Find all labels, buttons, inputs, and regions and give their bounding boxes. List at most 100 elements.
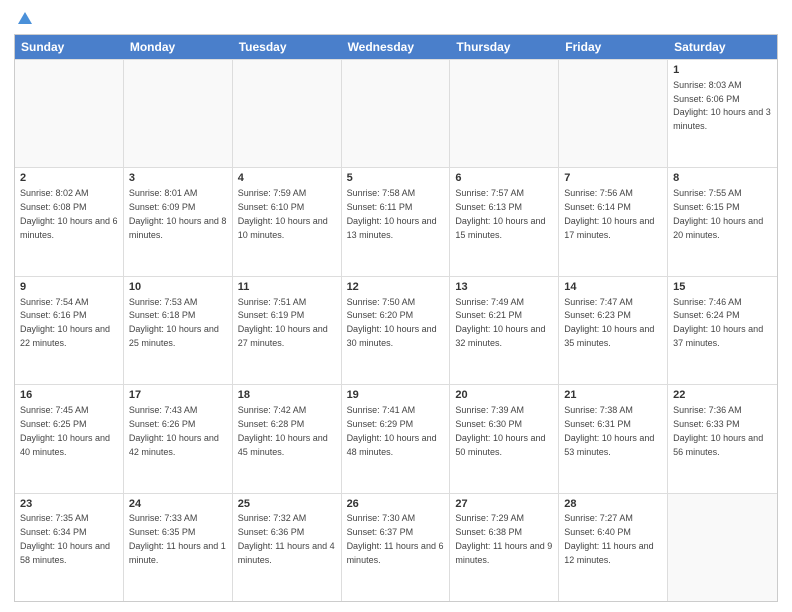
- header-monday: Monday: [124, 35, 233, 59]
- calendar-cell: 19 Sunrise: 7:41 AM Sunset: 6:29 PM Dayli…: [342, 385, 451, 492]
- calendar-cell: 26Sunrise: 7:30 AM Sunset: 6:37 PM Dayli…: [342, 494, 451, 601]
- cell-info: Sunrise: 7:58 AM Sunset: 6:11 PM Dayligh…: [347, 188, 437, 239]
- day-number: 27: [455, 497, 553, 512]
- day-number: 25: [238, 497, 336, 512]
- calendar-body: 1Sunrise: 8:03 AM Sunset: 6:06 PM Daylig…: [15, 59, 777, 601]
- cell-info: Sunrise: 7:56 AM Sunset: 6:14 PM Dayligh…: [564, 188, 654, 239]
- header-wednesday: Wednesday: [342, 35, 451, 59]
- day-number: 2: [20, 171, 118, 186]
- day-number: 21: [564, 388, 662, 403]
- calendar-cell: 3 Sunrise: 8:01 AM Sunset: 6:09 PM Daylig…: [124, 168, 233, 275]
- cell-info: Sunrise: 7:39 AM Sunset: 6:30 PM Dayligh…: [455, 405, 545, 456]
- calendar-cell: [15, 60, 124, 167]
- calendar-cell: 22 Sunrise: 7:36 AM Sunset: 6:33 PM Dayli…: [668, 385, 777, 492]
- cell-info: Sunrise: 7:35 AM Sunset: 6:34 PM Dayligh…: [20, 513, 110, 564]
- calendar-cell: [124, 60, 233, 167]
- calendar-cell: 8 Sunrise: 7:55 AM Sunset: 6:15 PM Daylig…: [668, 168, 777, 275]
- cell-info: Sunrise: 7:49 AM Sunset: 6:21 PM Dayligh…: [455, 297, 545, 348]
- day-number: 24: [129, 497, 227, 512]
- cell-info: Sunrise: 7:42 AM Sunset: 6:28 PM Dayligh…: [238, 405, 328, 456]
- header-friday: Friday: [559, 35, 668, 59]
- calendar-cell: 13 Sunrise: 7:49 AM Sunset: 6:21 PM Dayli…: [450, 277, 559, 384]
- cell-info: Sunrise: 7:50 AM Sunset: 6:20 PM Dayligh…: [347, 297, 437, 348]
- day-number: 22: [673, 388, 772, 403]
- day-number: 26: [347, 497, 445, 512]
- cell-info: Sunrise: 7:57 AM Sunset: 6:13 PM Dayligh…: [455, 188, 545, 239]
- calendar-cell: 12 Sunrise: 7:50 AM Sunset: 6:20 PM Dayli…: [342, 277, 451, 384]
- calendar-cell: 1Sunrise: 8:03 AM Sunset: 6:06 PM Daylig…: [668, 60, 777, 167]
- calendar-cell: 5 Sunrise: 7:58 AM Sunset: 6:11 PM Daylig…: [342, 168, 451, 275]
- cell-info: Sunrise: 7:55 AM Sunset: 6:15 PM Dayligh…: [673, 188, 763, 239]
- day-number: 12: [347, 280, 445, 295]
- header-tuesday: Tuesday: [233, 35, 342, 59]
- calendar-row-2: 2 Sunrise: 8:02 AM Sunset: 6:08 PM Daylig…: [15, 167, 777, 275]
- cell-info: Sunrise: 7:27 AM Sunset: 6:40 PM Dayligh…: [564, 513, 653, 564]
- calendar-cell: 18 Sunrise: 7:42 AM Sunset: 6:28 PM Dayli…: [233, 385, 342, 492]
- calendar-cell: [668, 494, 777, 601]
- day-number: 16: [20, 388, 118, 403]
- cell-info: Sunrise: 7:32 AM Sunset: 6:36 PM Dayligh…: [238, 513, 335, 564]
- day-number: 5: [347, 171, 445, 186]
- calendar-cell: 7 Sunrise: 7:56 AM Sunset: 6:14 PM Daylig…: [559, 168, 668, 275]
- cell-info: Sunrise: 7:47 AM Sunset: 6:23 PM Dayligh…: [564, 297, 654, 348]
- day-number: 6: [455, 171, 553, 186]
- header-sunday: Sunday: [15, 35, 124, 59]
- day-number: 28: [564, 497, 662, 512]
- day-number: 17: [129, 388, 227, 403]
- calendar-cell: [450, 60, 559, 167]
- cell-info: Sunrise: 7:43 AM Sunset: 6:26 PM Dayligh…: [129, 405, 219, 456]
- day-number: 11: [238, 280, 336, 295]
- cell-info: Sunrise: 7:36 AM Sunset: 6:33 PM Dayligh…: [673, 405, 763, 456]
- cell-info: Sunrise: 7:53 AM Sunset: 6:18 PM Dayligh…: [129, 297, 219, 348]
- calendar-row-3: 9Sunrise: 7:54 AM Sunset: 6:16 PM Daylig…: [15, 276, 777, 384]
- cell-info: Sunrise: 7:29 AM Sunset: 6:38 PM Dayligh…: [455, 513, 552, 564]
- calendar-cell: [233, 60, 342, 167]
- calendar-cell: 14 Sunrise: 7:47 AM Sunset: 6:23 PM Dayli…: [559, 277, 668, 384]
- cell-info: Sunrise: 8:02 AM Sunset: 6:08 PM Dayligh…: [20, 188, 118, 239]
- day-number: 7: [564, 171, 662, 186]
- cell-info: Sunrise: 7:59 AM Sunset: 6:10 PM Dayligh…: [238, 188, 328, 239]
- day-number: 3: [129, 171, 227, 186]
- day-number: 4: [238, 171, 336, 186]
- day-number: 14: [564, 280, 662, 295]
- calendar-cell: 2 Sunrise: 8:02 AM Sunset: 6:08 PM Daylig…: [15, 168, 124, 275]
- calendar-cell: 24Sunrise: 7:33 AM Sunset: 6:35 PM Dayli…: [124, 494, 233, 601]
- calendar-row-1: 1Sunrise: 8:03 AM Sunset: 6:06 PM Daylig…: [15, 59, 777, 167]
- day-number: 20: [455, 388, 553, 403]
- calendar-cell: 21 Sunrise: 7:38 AM Sunset: 6:31 PM Dayli…: [559, 385, 668, 492]
- day-number: 15: [673, 280, 772, 295]
- day-number: 9: [20, 280, 118, 295]
- cell-info: Sunrise: 7:41 AM Sunset: 6:29 PM Dayligh…: [347, 405, 437, 456]
- cell-info: Sunrise: 7:51 AM Sunset: 6:19 PM Dayligh…: [238, 297, 328, 348]
- calendar-row-5: 23Sunrise: 7:35 AM Sunset: 6:34 PM Dayli…: [15, 493, 777, 601]
- header-saturday: Saturday: [668, 35, 777, 59]
- cell-info: Sunrise: 7:30 AM Sunset: 6:37 PM Dayligh…: [347, 513, 444, 564]
- calendar-cell: 23Sunrise: 7:35 AM Sunset: 6:34 PM Dayli…: [15, 494, 124, 601]
- day-number: 23: [20, 497, 118, 512]
- cell-info: Sunrise: 7:45 AM Sunset: 6:25 PM Dayligh…: [20, 405, 110, 456]
- header-thursday: Thursday: [450, 35, 559, 59]
- calendar-cell: 17 Sunrise: 7:43 AM Sunset: 6:26 PM Dayli…: [124, 385, 233, 492]
- calendar-cell: 27Sunrise: 7:29 AM Sunset: 6:38 PM Dayli…: [450, 494, 559, 601]
- page: Sunday Monday Tuesday Wednesday Thursday…: [0, 0, 792, 612]
- logo: [14, 10, 34, 28]
- cell-info: Sunrise: 7:46 AM Sunset: 6:24 PM Dayligh…: [673, 297, 763, 348]
- calendar-cell: 4 Sunrise: 7:59 AM Sunset: 6:10 PM Daylig…: [233, 168, 342, 275]
- calendar-header: Sunday Monday Tuesday Wednesday Thursday…: [15, 35, 777, 59]
- day-number: 19: [347, 388, 445, 403]
- calendar-cell: 6 Sunrise: 7:57 AM Sunset: 6:13 PM Daylig…: [450, 168, 559, 275]
- calendar-cell: 9Sunrise: 7:54 AM Sunset: 6:16 PM Daylig…: [15, 277, 124, 384]
- calendar-row-4: 16 Sunrise: 7:45 AM Sunset: 6:25 PM Dayli…: [15, 384, 777, 492]
- calendar-cell: 15 Sunrise: 7:46 AM Sunset: 6:24 PM Dayli…: [668, 277, 777, 384]
- calendar: Sunday Monday Tuesday Wednesday Thursday…: [14, 34, 778, 602]
- day-number: 13: [455, 280, 553, 295]
- day-number: 18: [238, 388, 336, 403]
- day-number: 8: [673, 171, 772, 186]
- cell-info: Sunrise: 7:38 AM Sunset: 6:31 PM Dayligh…: [564, 405, 654, 456]
- day-number: 1: [673, 63, 772, 78]
- day-number: 10: [129, 280, 227, 295]
- header: [14, 10, 778, 28]
- cell-info: Sunrise: 8:01 AM Sunset: 6:09 PM Dayligh…: [129, 188, 227, 239]
- calendar-cell: [559, 60, 668, 167]
- logo-icon: [16, 10, 34, 28]
